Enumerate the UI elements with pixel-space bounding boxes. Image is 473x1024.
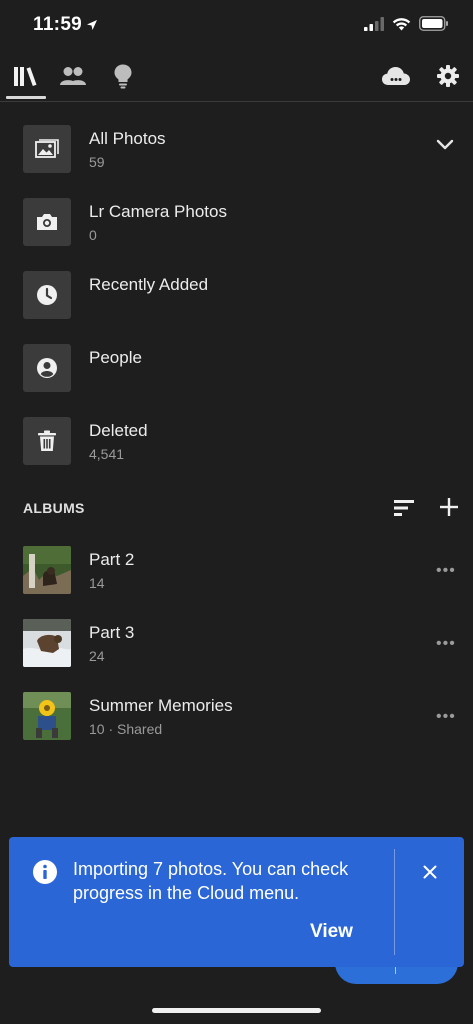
album-name: Part 3	[89, 623, 135, 642]
wifi-icon	[392, 17, 411, 30]
location-arrow-icon	[87, 20, 97, 30]
source-all-photos[interactable]: All Photos 59	[0, 125, 473, 189]
home-indicator[interactable]	[152, 1008, 321, 1013]
album-name: Part 2	[89, 550, 135, 569]
recently-added-tile	[23, 271, 71, 319]
albums-title: ALBUMS	[23, 500, 85, 516]
battery-icon	[419, 16, 448, 31]
album-meta: 14	[89, 575, 105, 591]
tab-library[interactable]	[11, 62, 41, 90]
toast-divider	[394, 849, 395, 955]
album-thumbnail-image	[23, 692, 71, 740]
source-people[interactable]: People	[0, 344, 473, 408]
status-time: 11:59	[33, 14, 83, 35]
albums-header: ALBUMS	[0, 494, 473, 524]
toast-message: Importing 7 photos. You can check progre…	[73, 859, 349, 903]
album-thumbnail-image	[23, 546, 71, 594]
source-recently-added[interactable]: Recently Added	[0, 271, 473, 335]
all-photos-tile	[23, 125, 71, 173]
album-thumbnail-image	[23, 619, 71, 667]
source-lr-camera-photos[interactable]: Lr Camera Photos 0	[0, 198, 473, 262]
source-label: Lr Camera Photos	[89, 202, 227, 221]
deleted-tile	[23, 417, 71, 465]
album-item[interactable]: Part 2 14 •••	[0, 546, 473, 602]
source-count: 59	[89, 154, 105, 170]
album-meta: 24	[89, 648, 105, 664]
more-options-icon[interactable]: •••	[436, 708, 456, 726]
chevron-down-icon[interactable]	[436, 139, 454, 151]
cloud-sync-button[interactable]	[380, 62, 412, 90]
sort-icon[interactable]	[393, 499, 415, 517]
settings-button[interactable]	[433, 62, 463, 90]
photos-icon	[35, 139, 59, 158]
album-thumbnail	[23, 619, 71, 667]
source-label: All Photos	[89, 129, 166, 148]
source-label: Recently Added	[89, 275, 209, 294]
lightbulb-icon	[114, 64, 132, 89]
album-item[interactable]: Part 3 24 •••	[0, 619, 473, 675]
people-tile	[23, 344, 71, 392]
toast-view-button[interactable]: View	[310, 921, 353, 943]
clock-icon	[37, 285, 57, 305]
camera-photos-tile	[23, 198, 71, 246]
album-meta: 10 · Shared	[89, 721, 163, 737]
source-label: Deleted	[89, 421, 148, 440]
source-count: 0	[89, 227, 97, 243]
more-options-icon[interactable]: •••	[436, 562, 456, 580]
import-toast: Importing 7 photos. You can check progre…	[9, 837, 464, 967]
more-options-icon[interactable]: •••	[436, 635, 456, 653]
tab-active-indicator	[6, 96, 46, 99]
tab-sharing[interactable]	[58, 62, 88, 90]
source-count: 4,541	[89, 446, 125, 462]
status-indicators	[364, 16, 449, 31]
top-navigation	[0, 52, 473, 102]
person-icon	[37, 358, 57, 378]
trash-icon	[38, 430, 56, 451]
source-deleted[interactable]: Deleted 4,541	[0, 417, 473, 481]
cloud-icon	[382, 67, 410, 85]
library-icon	[14, 67, 37, 86]
album-item[interactable]: Summer Memories 10 · Shared •••	[0, 692, 473, 748]
add-album-icon[interactable]	[439, 497, 459, 517]
source-label: People	[89, 348, 142, 367]
close-icon	[423, 865, 437, 879]
album-thumbnail	[23, 692, 71, 740]
toast-close-button[interactable]	[419, 861, 441, 883]
album-name: Summer Memories	[89, 696, 233, 715]
camera-icon	[37, 214, 57, 230]
album-thumbnail	[23, 546, 71, 594]
cellular-signal-icon	[364, 16, 384, 31]
gear-icon	[437, 65, 459, 87]
people-icon	[60, 67, 86, 85]
info-icon	[33, 860, 57, 884]
tab-learn[interactable]	[108, 62, 138, 90]
status-bar: 11:59	[0, 0, 473, 50]
